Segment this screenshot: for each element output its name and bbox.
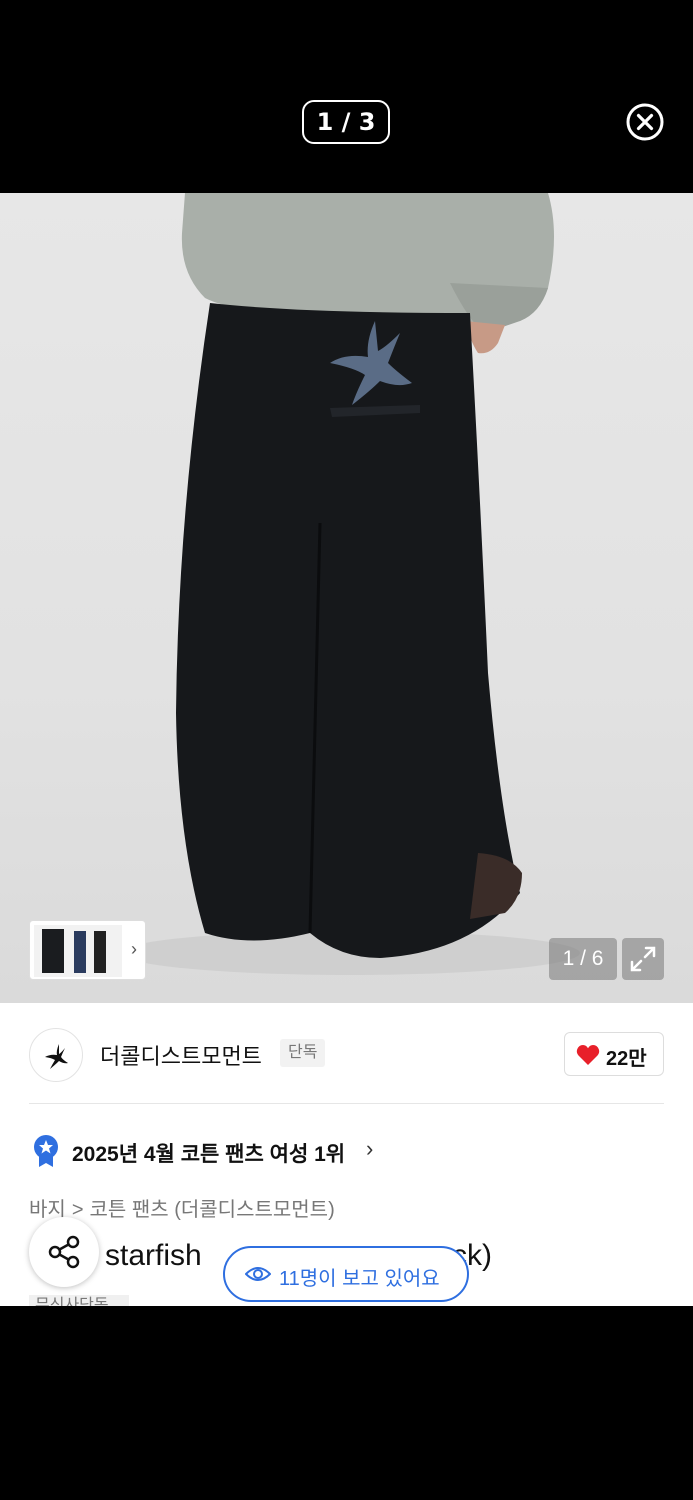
viewer-top-bar: 1 / 3 [0,0,693,193]
color-thumbnail-strip[interactable]: › [29,920,146,980]
thumbnail-image [34,925,122,977]
viewers-count-pill: 11명이 보고 있어요 [223,1246,469,1302]
product-photo[interactable] [0,193,693,1003]
divider [29,1103,664,1104]
expand-button[interactable] [622,938,664,980]
expand-icon [630,946,656,972]
breadcrumb-item-cotton-pants[interactable]: 코튼 팬츠 (더콜디스트모먼트) [90,1199,335,1221]
exclusive-badge: 단독 [280,1039,326,1067]
like-count: 22만 [606,1048,647,1070]
product-title: starfish [105,1239,202,1272]
ranking-badge-icon [34,1135,58,1167]
like-button[interactable]: 22만 [564,1032,664,1076]
brand-logo-star-icon [45,1044,68,1069]
viewers-text: 11명이 보고 있어요 [279,1268,440,1290]
chevron-right-icon: › [366,1136,374,1161]
share-button[interactable] [29,1217,99,1287]
chevron-right-icon: › [131,939,137,959]
eye-icon [245,1267,271,1281]
close-button[interactable] [625,102,665,142]
product-photo-illustration [120,193,580,975]
heart-icon [576,1045,600,1065]
close-icon [626,103,664,141]
store-exclusive-badge: 무신사단독 [29,1295,129,1306]
ranking-link[interactable]: 2025년 4월 코튼 팬츠 여성 1위 [72,1138,345,1168]
photo-page-indicator: 1 / 6 [549,938,617,980]
image-counter: 1 / 3 [302,100,390,144]
brand-logo[interactable] [29,1028,83,1082]
share-icon [48,1235,80,1269]
brand-name[interactable]: 더콜디스트모먼트 [100,1039,262,1071]
product-info-sheet: 더콜디스트모먼트 단독 22만 2025년 4월 코튼 팬츠 여성 1위 › 바… [0,1003,693,1306]
